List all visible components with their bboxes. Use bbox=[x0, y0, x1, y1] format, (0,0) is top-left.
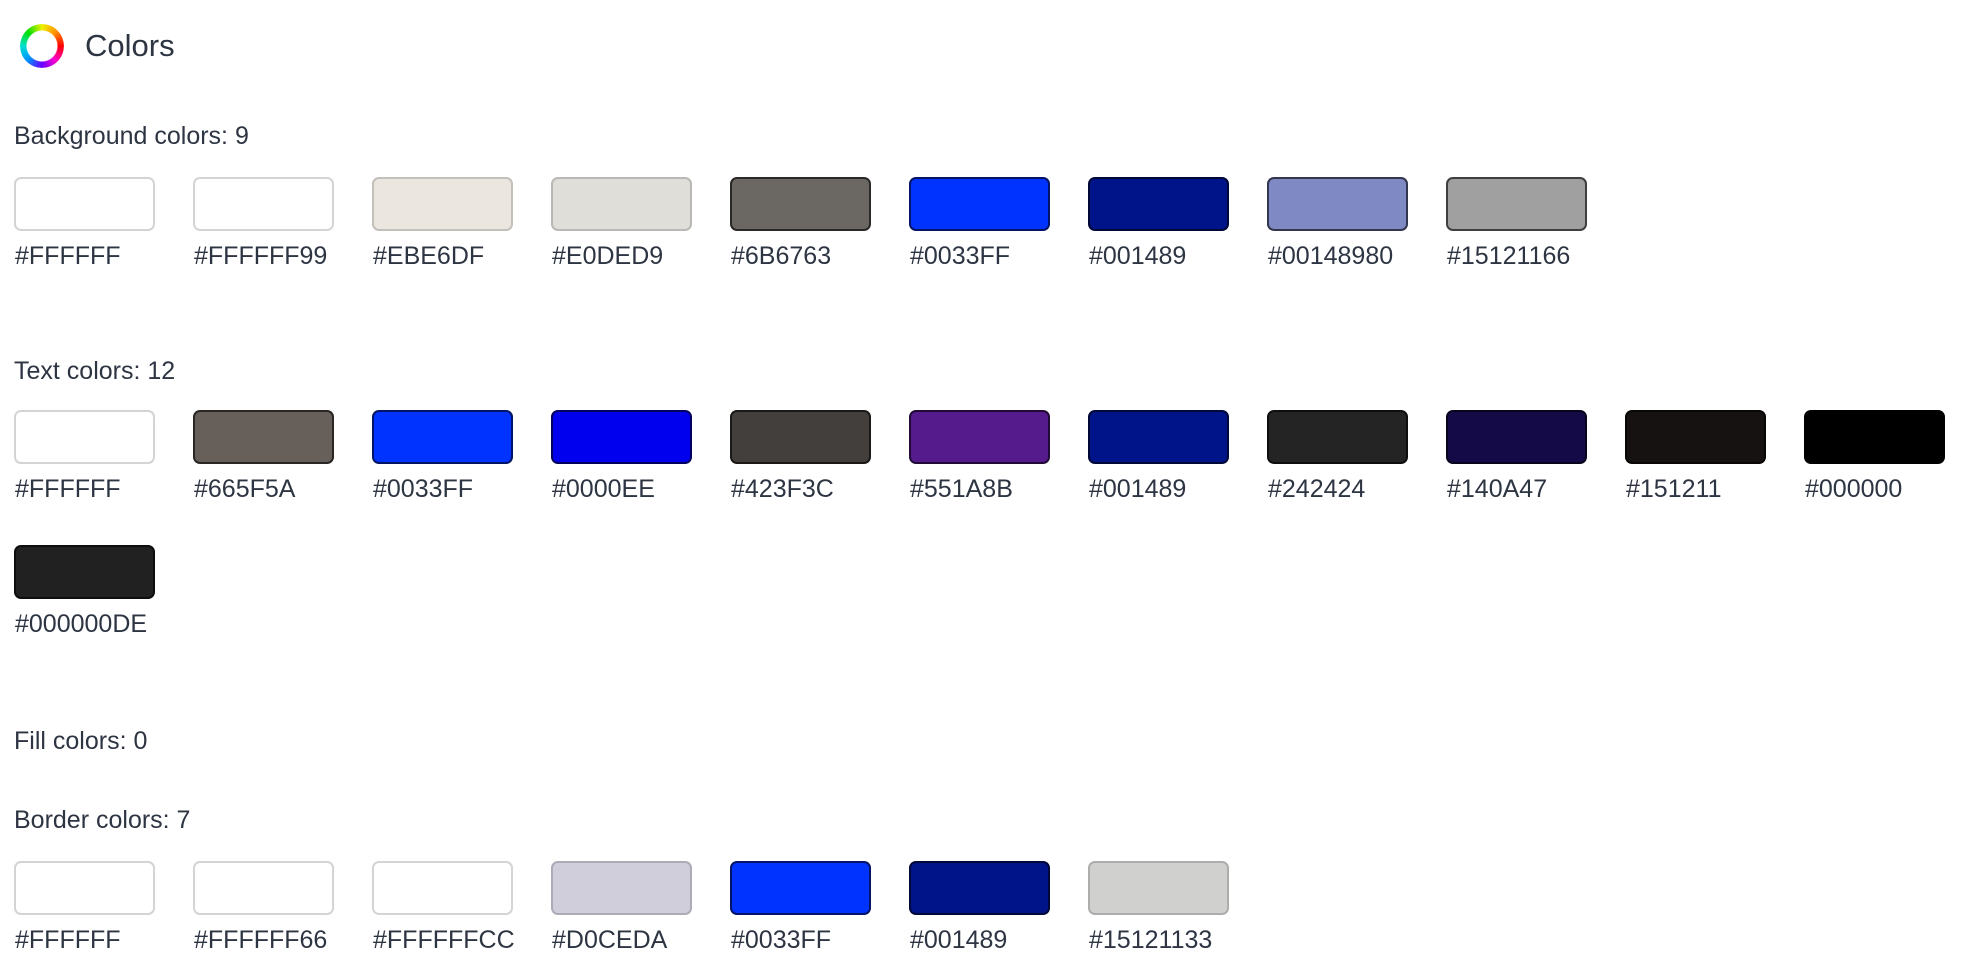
text-colors-heading: Text colors: 12 bbox=[14, 357, 176, 385]
color-swatch-item: #FFFFFF66 bbox=[193, 861, 334, 955]
color-swatch bbox=[14, 177, 155, 231]
color-hex-label: #000000DE bbox=[15, 610, 148, 638]
color-hex-label: #423F3C bbox=[731, 475, 834, 503]
color-swatch-item: #242424 bbox=[1267, 410, 1408, 504]
color-swatch-item: #FFFFFF bbox=[14, 410, 155, 504]
color-swatch-item: #551A8B bbox=[909, 410, 1050, 504]
color-swatch bbox=[1088, 410, 1229, 464]
color-swatch-item: #E0DED9 bbox=[551, 177, 692, 271]
color-hex-label: #FFFFFFCC bbox=[373, 926, 515, 954]
color-swatch bbox=[551, 861, 692, 915]
color-swatch-item: #000000DE bbox=[14, 545, 155, 639]
border-colors-heading: Border colors: 7 bbox=[14, 806, 191, 834]
color-hex-label: #FFFFFF bbox=[15, 242, 121, 270]
page-title: Colors bbox=[85, 28, 175, 63]
color-swatch bbox=[730, 410, 871, 464]
color-hex-label: #15121133 bbox=[1089, 926, 1213, 954]
color-swatch-item: #FFFFFF bbox=[14, 177, 155, 271]
color-swatch-item: #151211 bbox=[1625, 410, 1766, 504]
color-hex-label: #EBE6DF bbox=[373, 242, 485, 270]
color-swatch-item: #FFFFFF bbox=[14, 861, 155, 955]
color-swatch-item: #00148980 bbox=[1267, 177, 1408, 271]
color-swatch bbox=[193, 410, 334, 464]
color-swatch-item: #0033FF bbox=[909, 177, 1050, 271]
color-wheel-icon bbox=[20, 24, 64, 68]
color-hex-label: #15121166 bbox=[1447, 242, 1571, 270]
color-swatch-item: #EBE6DF bbox=[372, 177, 513, 271]
color-swatch bbox=[551, 410, 692, 464]
color-swatch-item: #0033FF bbox=[730, 861, 871, 955]
color-swatch-item: #665F5A bbox=[193, 410, 334, 504]
color-swatch bbox=[14, 410, 155, 464]
color-hex-label: #551A8B bbox=[910, 475, 1013, 503]
color-hex-label: #001489 bbox=[1089, 242, 1187, 270]
color-swatch-item: #0000EE bbox=[551, 410, 692, 504]
color-swatch-item: #6B6763 bbox=[730, 177, 871, 271]
color-swatch bbox=[1088, 177, 1229, 231]
color-swatch-item: #15121133 bbox=[1088, 861, 1229, 955]
color-swatch-item: #D0CEDA bbox=[551, 861, 692, 955]
color-swatch-item: #FFFFFFCC bbox=[372, 861, 515, 955]
color-swatch bbox=[1625, 410, 1766, 464]
color-hex-label: #001489 bbox=[1089, 475, 1187, 503]
color-swatch bbox=[372, 177, 513, 231]
color-swatch-item: #001489 bbox=[1088, 177, 1229, 271]
color-swatch bbox=[1446, 177, 1587, 231]
color-swatch bbox=[193, 861, 334, 915]
color-swatch-item: #FFFFFF99 bbox=[193, 177, 334, 271]
color-hex-label: #242424 bbox=[1268, 475, 1366, 503]
color-hex-label: #0033FF bbox=[910, 242, 1011, 270]
color-hex-label: #000000 bbox=[1805, 475, 1903, 503]
color-hex-label: #E0DED9 bbox=[552, 242, 664, 270]
color-swatch bbox=[730, 177, 871, 231]
color-hex-label: #FFFFFF99 bbox=[194, 242, 328, 270]
color-swatch bbox=[14, 861, 155, 915]
color-swatch bbox=[909, 177, 1050, 231]
color-swatch bbox=[372, 410, 513, 464]
color-hex-label: #D0CEDA bbox=[552, 926, 668, 954]
color-hex-label: #001489 bbox=[910, 926, 1008, 954]
color-swatch-item: #423F3C bbox=[730, 410, 871, 504]
color-swatch-item: #001489 bbox=[909, 861, 1050, 955]
color-hex-label: #FFFFFF bbox=[15, 475, 121, 503]
color-hex-label: #665F5A bbox=[194, 475, 296, 503]
color-hex-label: #151211 bbox=[1626, 475, 1722, 503]
color-swatch bbox=[1088, 861, 1229, 915]
color-swatch bbox=[909, 861, 1050, 915]
color-hex-label: #0000EE bbox=[552, 475, 655, 503]
color-swatch-item: #15121166 bbox=[1446, 177, 1587, 271]
color-hex-label: #6B6763 bbox=[731, 242, 832, 270]
color-hex-label: #0033FF bbox=[731, 926, 832, 954]
color-hex-label: #140A47 bbox=[1447, 475, 1548, 503]
color-swatch-item: #140A47 bbox=[1446, 410, 1587, 504]
color-hex-label: #00148980 bbox=[1268, 242, 1394, 270]
background-colors-heading: Background colors: 9 bbox=[14, 122, 249, 150]
color-swatch bbox=[730, 861, 871, 915]
color-swatch bbox=[909, 410, 1050, 464]
color-swatch bbox=[1267, 177, 1408, 231]
color-hex-label: #0033FF bbox=[373, 475, 474, 503]
color-swatch-item: #000000 bbox=[1804, 410, 1945, 504]
colors-header: Colors bbox=[20, 23, 175, 69]
color-swatch bbox=[193, 177, 334, 231]
fill-colors-heading: Fill colors: 0 bbox=[14, 727, 148, 755]
color-swatch bbox=[1267, 410, 1408, 464]
color-swatch bbox=[1804, 410, 1945, 464]
color-swatch bbox=[1446, 410, 1587, 464]
color-swatch bbox=[14, 545, 155, 599]
color-swatch-item: #001489 bbox=[1088, 410, 1229, 504]
color-hex-label: #FFFFFF bbox=[15, 926, 121, 954]
color-swatch-item: #0033FF bbox=[372, 410, 513, 504]
color-swatch bbox=[551, 177, 692, 231]
color-swatch bbox=[372, 861, 513, 915]
color-hex-label: #FFFFFF66 bbox=[194, 926, 328, 954]
